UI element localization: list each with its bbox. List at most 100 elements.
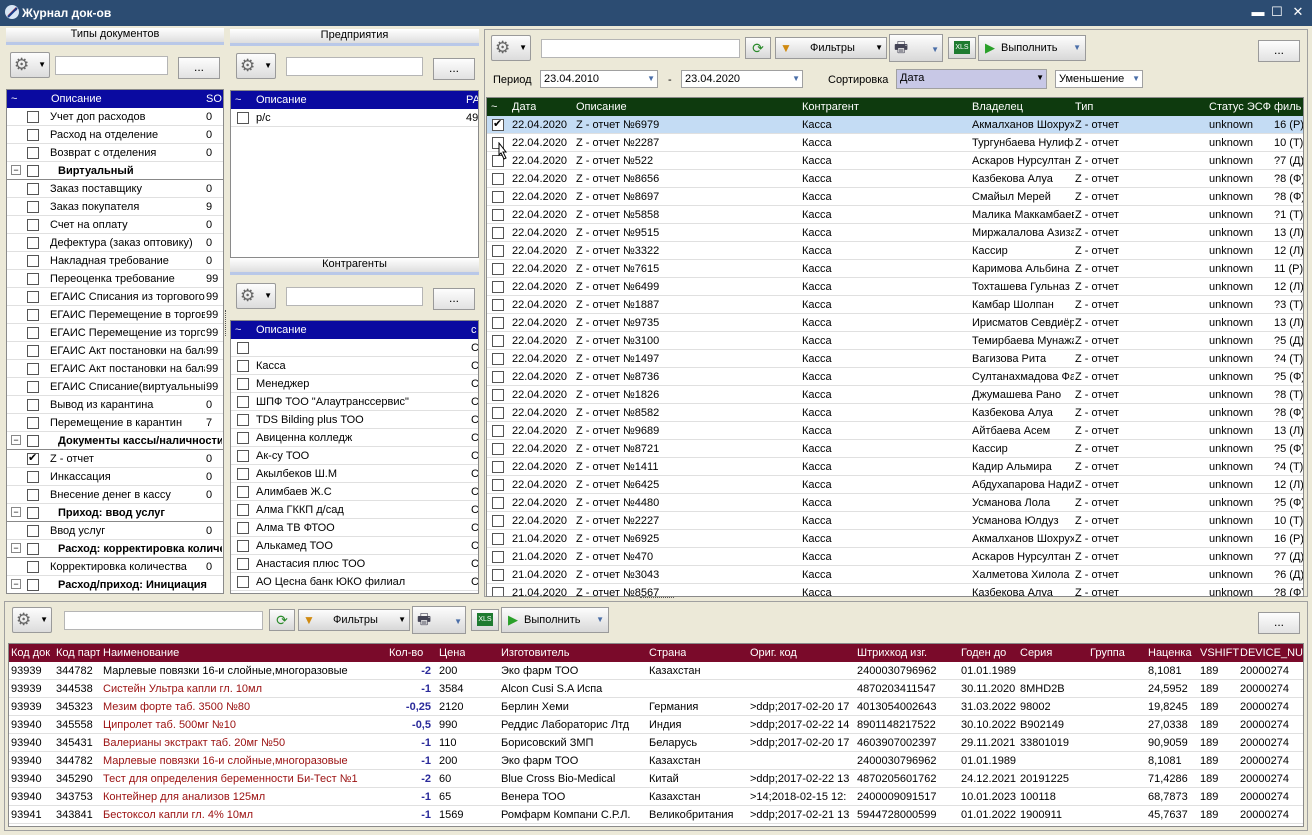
col-code[interactable]: c	[471, 324, 477, 336]
checkbox[interactable]	[237, 558, 249, 570]
row-checkbox[interactable]	[492, 533, 504, 545]
row-checkbox[interactable]	[492, 551, 504, 563]
table-row[interactable]: 21.04.2020 Z - отчет №6925 Касса Акмалханов…	[487, 530, 1303, 548]
checkbox[interactable]	[237, 432, 249, 444]
col-series[interactable]: Серия	[1020, 647, 1052, 659]
row-checkbox[interactable]	[492, 209, 504, 221]
checkbox[interactable]	[27, 183, 39, 195]
tree-item[interactable]: ЕГАИС Списание(виртуальный) 99	[7, 378, 223, 396]
table-row[interactable]: 22.04.2020 Z - отчет №6425 Касса Абдухапаро…	[487, 476, 1303, 494]
vertical-splitter[interactable]	[225, 310, 228, 336]
checkbox[interactable]	[27, 507, 39, 519]
maximize-button[interactable]: ☐	[1268, 3, 1286, 21]
row-checkbox[interactable]	[492, 425, 504, 437]
row-checkbox[interactable]	[492, 587, 504, 596]
row-checkbox[interactable]	[492, 479, 504, 491]
list-item[interactable]: Менеджер С	[231, 375, 478, 393]
table-row[interactable]: 93940 345290 Тест для определения беременн…	[9, 770, 1303, 788]
col-esf-status[interactable]: Статус ЭСФ	[1209, 101, 1271, 113]
col-code[interactable]: РА	[466, 94, 478, 106]
row-checkbox[interactable]	[492, 461, 504, 473]
sort-select[interactable]: Дата ▼	[896, 69, 1047, 89]
list-item[interactable]: С	[231, 339, 478, 357]
checkbox[interactable]	[237, 396, 249, 408]
table-row[interactable]: 21.04.2020 Z - отчет №8567 Касса Казбекова …	[487, 584, 1303, 596]
checkbox[interactable]	[27, 237, 39, 249]
col-type[interactable]: Тип	[1075, 101, 1093, 113]
table-row[interactable]: 22.04.2020 Z - отчет №1826 Касса Джумашева …	[487, 386, 1303, 404]
row-checkbox[interactable]	[492, 299, 504, 311]
minimize-button[interactable]: ▬	[1249, 3, 1267, 21]
checkbox[interactable]	[27, 111, 39, 123]
checkbox[interactable]	[27, 543, 39, 555]
list-item[interactable]: Алма ГККП д/сад С	[231, 501, 478, 519]
table-row[interactable]: 22.04.2020 Z - отчет №2287 Касса Тургунбаев…	[487, 134, 1303, 152]
items-refresh-button[interactable]: ⟳	[269, 609, 295, 631]
checkbox[interactable]	[237, 112, 249, 124]
col-owner[interactable]: Владелец	[972, 101, 1023, 113]
items-filters-button[interactable]: ▼ Фильтры ▼	[298, 609, 410, 631]
table-row[interactable]: 22.04.2020 Z - отчет №8656 Касса Казбекова …	[487, 170, 1303, 188]
row-checkbox[interactable]	[492, 569, 504, 581]
contractors-settings-button[interactable]: ⚙ ▼	[236, 283, 276, 309]
checkbox[interactable]	[27, 345, 39, 357]
row-checkbox[interactable]	[492, 173, 504, 185]
contractors-more-button[interactable]: ...	[433, 288, 475, 310]
tree-item[interactable]: ЕГАИС Перемещение из торгового99	[7, 324, 223, 342]
checkbox[interactable]	[27, 327, 39, 339]
excel-export-button[interactable]: XLS	[948, 37, 976, 59]
row-checkbox[interactable]	[492, 353, 504, 365]
table-row[interactable]: 22.04.2020 Z - отчет №3100 Касса Темирбаева…	[487, 332, 1303, 350]
table-row[interactable]: 93940 345558 Ципролет таб. 500мг №10 -0,5 99…	[9, 716, 1303, 734]
list-item[interactable]: р/с 49	[231, 109, 478, 127]
items-settings-button[interactable]: ⚙ ▼	[12, 607, 52, 633]
items-execute-button[interactable]: ▶ Выполнить ▼	[501, 607, 609, 633]
checkbox[interactable]	[27, 471, 39, 483]
row-checkbox[interactable]	[492, 515, 504, 527]
col-doc-code[interactable]: Код док	[11, 647, 53, 659]
execute-button[interactable]: ▶ Выполнить ▼	[978, 35, 1086, 61]
col-vshift[interactable]: VSHIFT	[1200, 647, 1239, 659]
checkbox[interactable]	[237, 540, 249, 552]
row-checkbox[interactable]	[492, 263, 504, 275]
col-description[interactable]: Описание	[256, 94, 307, 106]
collapse-toggle-icon[interactable]: −	[11, 435, 21, 445]
tree-group[interactable]: − Расход/приход: Инициация	[7, 576, 223, 593]
table-row[interactable]: 22.04.2020 Z - отчет №3322 Касса Кассир Z - …	[487, 242, 1303, 260]
col-orig-code[interactable]: Ориг. код	[750, 647, 797, 659]
checkbox[interactable]	[27, 255, 39, 267]
col-markup[interactable]: Наценка	[1148, 647, 1192, 659]
collapse-toggle-icon[interactable]: −	[11, 543, 21, 553]
checkbox[interactable]	[237, 414, 249, 426]
col-tilde[interactable]: ~	[235, 324, 241, 336]
tree-group[interactable]: − Расход: корректировка количества	[7, 540, 223, 558]
table-row[interactable]: 93940 345431 Валерианы экстракт таб. 20мг …	[9, 734, 1303, 752]
list-item[interactable]: Алькамед ТОО С	[231, 537, 478, 555]
doc-types-settings-button[interactable]: ⚙ ▼	[10, 52, 50, 78]
period-to-field[interactable]: 23.04.2020 ▼	[681, 70, 803, 88]
collapse-toggle-icon[interactable]: −	[11, 165, 21, 175]
doc-types-more-button[interactable]: ...	[178, 57, 220, 79]
checkbox[interactable]	[27, 489, 39, 501]
row-checkbox[interactable]	[492, 497, 504, 509]
checkbox[interactable]	[237, 486, 249, 498]
col-group[interactable]: Группа	[1090, 647, 1125, 659]
list-item[interactable]: Анастасия плюс ТОО С	[231, 555, 478, 573]
doc-types-search-input[interactable]	[55, 56, 168, 75]
col-price[interactable]: Цена	[439, 647, 465, 659]
items-search-input[interactable]	[64, 611, 263, 630]
table-row[interactable]: 93940 343753 Контейнер для анализов 125мл -…	[9, 788, 1303, 806]
checkbox[interactable]	[27, 309, 39, 321]
tree-group[interactable]: − Приход: ввод услуг	[7, 504, 223, 522]
table-row[interactable]: 93940 344782 Марлевые повязки 16-и слойные…	[9, 752, 1303, 770]
close-button[interactable]: ✕	[1289, 3, 1307, 21]
items-excel-export-button[interactable]: XLS	[471, 609, 499, 631]
row-checkbox[interactable]	[492, 407, 504, 419]
list-item[interactable]: Касса С	[231, 357, 478, 375]
row-checkbox[interactable]	[492, 227, 504, 239]
row-checkbox[interactable]	[492, 317, 504, 329]
col-quantity[interactable]: Кол-во	[389, 647, 423, 659]
tree-item[interactable]: Вывод из карантина 0	[7, 396, 223, 414]
checkbox[interactable]	[27, 129, 39, 141]
table-row[interactable]: 22.04.2020 Z - отчет №4480 Касса Усманова Л…	[487, 494, 1303, 512]
